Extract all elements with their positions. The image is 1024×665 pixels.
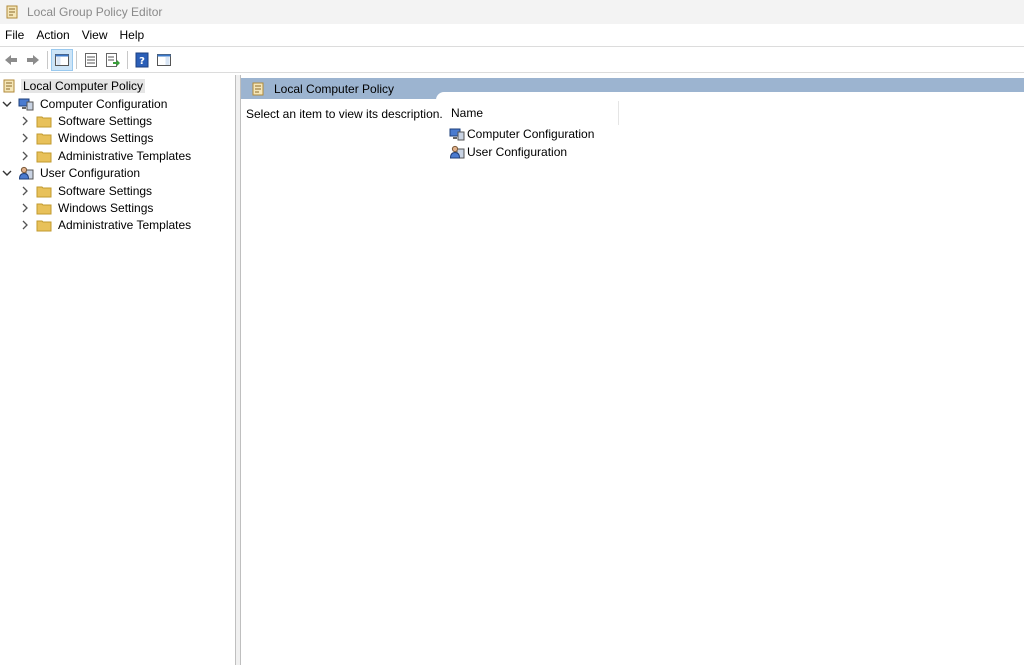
back-arrow-icon [5, 54, 17, 65]
export-list-button[interactable] [102, 49, 124, 71]
properties-icon [85, 52, 97, 67]
chevron-right-icon[interactable] [18, 112, 32, 129]
tree-item-label: Software Settings [58, 113, 153, 128]
tree-item-user-configuration[interactable]: User Configuration [0, 164, 142, 181]
folder-icon [36, 148, 52, 164]
computer-icon [18, 96, 34, 112]
console-tree: Local Computer Policy Computer Configura… [0, 75, 236, 665]
details-header-title: Local Computer Policy [274, 81, 395, 96]
menu-file[interactable]: File [0, 25, 31, 46]
folder-icon [36, 183, 52, 199]
chevron-down-icon[interactable] [0, 95, 14, 112]
menu-action[interactable]: Action [31, 25, 76, 46]
tree-item-local-computer-policy[interactable]: Local Computer Policy [0, 77, 146, 94]
list-item-computer-configuration[interactable]: Computer Configuration [449, 125, 594, 142]
chevron-right-icon[interactable] [18, 129, 32, 146]
details-header-tab: Local Computer Policy [241, 78, 438, 99]
tree-item-software-settings[interactable]: Software Settings [18, 112, 154, 129]
chevron-down-icon[interactable] [0, 164, 14, 181]
menu-help[interactable]: Help [115, 25, 152, 46]
properties-button[interactable] [80, 49, 102, 71]
window-title: Local Group Policy Editor [27, 5, 163, 19]
policy-scroll-icon [1, 78, 17, 94]
list-item-user-configuration[interactable]: User Configuration [449, 143, 567, 160]
chevron-right-icon[interactable] [18, 182, 32, 199]
title-bar: Local Group Policy Editor [0, 0, 1024, 24]
tree-item-label: Administrative Templates [58, 217, 192, 232]
help-button[interactable]: ? [131, 49, 153, 71]
policy-scroll-icon [6, 5, 18, 19]
tree-item-label: Local Computer Policy [21, 78, 146, 93]
description-text: Select an item to view its description. [246, 107, 443, 121]
tree-item-administrative-templates[interactable]: Administrative Templates [18, 147, 193, 164]
tree-item-software-settings[interactable]: Software Settings [18, 182, 154, 199]
show-hide-action-pane-icon [157, 53, 171, 66]
computer-icon [449, 128, 465, 140]
column-header-name[interactable]: Name [446, 101, 619, 125]
details-pane: Local Computer Policy Select an item to … [241, 75, 1024, 665]
column-header-label: Name [451, 106, 484, 120]
show-hide-console-tree-icon [55, 53, 69, 66]
svg-text:?: ? [139, 56, 145, 67]
toolbar-separator [47, 50, 48, 69]
folder-icon [36, 130, 52, 146]
list-item-label: User Configuration [467, 144, 568, 159]
details-header-notch [436, 92, 1024, 100]
user-icon [18, 165, 34, 181]
tree-item-label: Windows Settings [58, 130, 154, 145]
back-button[interactable] [0, 49, 22, 71]
tree-item-label: Computer Configuration [40, 96, 168, 111]
chevron-right-icon[interactable] [18, 216, 32, 233]
tree-item-windows-settings[interactable]: Windows Settings [18, 129, 155, 146]
menu-bar: File Action View Help [0, 25, 1024, 46]
forward-arrow-icon [27, 54, 39, 65]
policy-scroll-icon [252, 82, 264, 95]
toolbar: ? [0, 46, 1024, 73]
tree-item-label: Administrative Templates [58, 148, 192, 163]
chevron-right-icon[interactable] [18, 147, 32, 164]
show-hide-console-tree-button[interactable] [51, 48, 73, 71]
forward-button[interactable] [22, 49, 44, 71]
tree-item-computer-configuration[interactable]: Computer Configuration [0, 95, 169, 112]
user-icon [449, 145, 465, 158]
toolbar-separator [76, 50, 77, 69]
tree-item-label: User Configuration [40, 165, 141, 180]
list-item-label: Computer Configuration [467, 126, 595, 141]
menu-view[interactable]: View [77, 25, 115, 46]
tree-item-administrative-templates[interactable]: Administrative Templates [18, 216, 193, 233]
tree-item-windows-settings[interactable]: Windows Settings [18, 199, 155, 216]
help-icon: ? [135, 52, 149, 67]
folder-icon [36, 217, 52, 233]
export-list-icon [106, 52, 120, 67]
tree-item-label: Software Settings [58, 183, 153, 198]
toolbar-separator [127, 50, 128, 69]
chevron-right-icon[interactable] [18, 199, 32, 216]
folder-icon [36, 113, 52, 129]
folder-icon [36, 200, 52, 216]
show-hide-action-pane-button[interactable] [153, 49, 175, 71]
tree-item-label: Windows Settings [58, 200, 154, 215]
